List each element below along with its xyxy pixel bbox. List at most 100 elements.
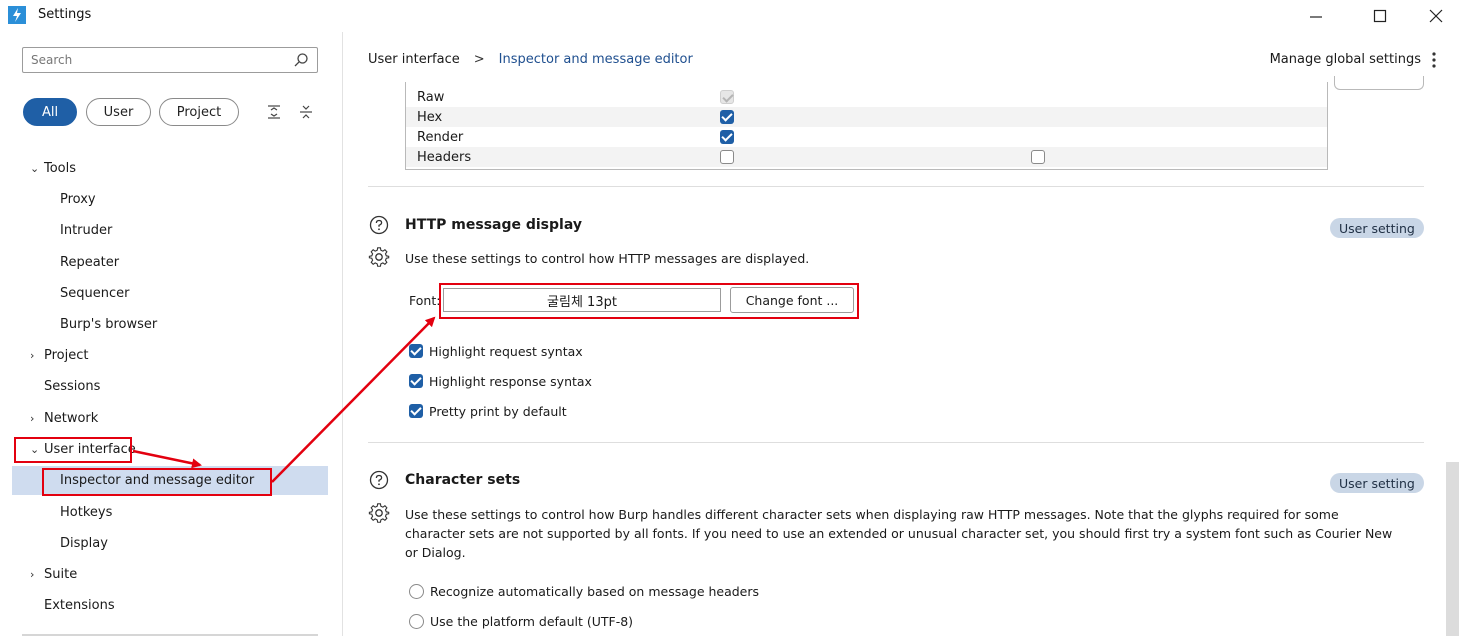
- settings-main-panel: User interface > Inspector and message e…: [344, 32, 1459, 636]
- table-row: Raw: [406, 87, 1327, 107]
- row-label: Render: [417, 129, 464, 145]
- tree-item-label: Network: [44, 411, 99, 426]
- table-row: Hex: [406, 107, 1327, 127]
- tree-item-label: Hotkeys: [60, 505, 113, 520]
- tree-item-extensions[interactable]: Extensions: [44, 591, 115, 620]
- help-icon[interactable]: [369, 470, 389, 490]
- table-side-button[interactable]: [1334, 76, 1424, 90]
- tree-item-label: Burp's browser: [60, 317, 158, 332]
- breadcrumb: User interface > Inspector and message e…: [368, 52, 693, 67]
- section-title-http-message-display: HTTP message display: [405, 217, 582, 233]
- tree-item-label: Suite: [44, 567, 78, 582]
- settings-sidebar: All User Project ⌄ Tools Proxy Intruder R…: [0, 32, 343, 636]
- tree-item-label: Sequencer: [60, 286, 130, 301]
- option-label: Use the platform default (UTF-8): [430, 613, 634, 629]
- pretty-print-option[interactable]: Pretty print by default: [409, 401, 567, 421]
- table-row: Render: [406, 127, 1327, 147]
- highlight-request-syntax-checkbox[interactable]: [409, 344, 423, 358]
- tree-item-sequencer[interactable]: Sequencer: [60, 279, 129, 308]
- title-bar: Settings: [0, 0, 1459, 32]
- tree-item-label: Display: [60, 536, 108, 551]
- filter-all-button[interactable]: All: [23, 98, 77, 126]
- option-label: Recognize automatically based on message…: [430, 583, 760, 599]
- chevron-right-icon: ›: [30, 349, 35, 362]
- tree-item-proxy[interactable]: Proxy: [60, 185, 96, 214]
- tree-item-intruder[interactable]: Intruder: [60, 216, 112, 245]
- annotation-box-user-interface: [14, 437, 132, 463]
- tree-item-label: Project: [44, 348, 89, 363]
- option-label: Highlight response syntax: [429, 373, 592, 389]
- row-label: Headers: [417, 149, 472, 165]
- breadcrumb-parent[interactable]: User interface: [368, 52, 460, 67]
- section-divider: [368, 186, 1424, 187]
- filter-project-button[interactable]: Project: [159, 98, 239, 126]
- manage-global-settings-link[interactable]: Manage global settings: [1270, 52, 1421, 67]
- main-scrollbar[interactable]: [1446, 462, 1459, 636]
- tree-item-label: Sessions: [44, 379, 101, 394]
- charset-platform-default-radio[interactable]: [409, 613, 424, 629]
- breadcrumb-current: Inspector and message editor: [498, 52, 693, 67]
- search-box[interactable]: [22, 47, 318, 73]
- tree-item-project[interactable]: › Project: [30, 341, 88, 370]
- tree-item-label: Proxy: [60, 192, 96, 207]
- tree-item-display[interactable]: Display: [60, 529, 108, 558]
- row-label: Raw: [417, 89, 445, 105]
- section-description-line-1: Use these settings to control how Burp h…: [405, 507, 1339, 522]
- gear-icon[interactable]: [368, 502, 390, 524]
- user-setting-badge: User setting: [1330, 218, 1424, 238]
- window-title: Settings: [38, 7, 92, 22]
- search-input[interactable]: [31, 51, 281, 69]
- user-setting-badge: User setting: [1330, 473, 1424, 493]
- section-divider: [368, 442, 1424, 443]
- collapse-all-icon[interactable]: [298, 104, 314, 120]
- charset-auto-radio[interactable]: [409, 583, 424, 599]
- tree-item-hotkeys[interactable]: Hotkeys: [60, 498, 112, 527]
- maximize-button[interactable]: [1362, 4, 1398, 28]
- highlight-response-syntax-checkbox[interactable]: [409, 374, 423, 388]
- headers-checkbox[interactable]: [720, 150, 734, 164]
- gear-icon[interactable]: [368, 246, 390, 268]
- font-label: Font:: [409, 293, 441, 308]
- search-icon[interactable]: [293, 52, 309, 68]
- option-label: Pretty print by default: [429, 403, 567, 419]
- option-label: Highlight request syntax: [429, 343, 583, 359]
- minimize-button[interactable]: [1298, 4, 1334, 28]
- tree-item-burps-browser[interactable]: Burp's browser: [60, 310, 157, 339]
- expand-all-icon[interactable]: [266, 104, 282, 120]
- minimize-icon: [1310, 16, 1322, 18]
- tree-item-label: Tools: [44, 161, 77, 176]
- highlight-response-syntax-option[interactable]: Highlight response syntax: [409, 371, 592, 391]
- row-label: Hex: [417, 109, 443, 125]
- tree-item-label: Intruder: [60, 223, 113, 238]
- chevron-right-icon: ›: [30, 412, 35, 425]
- hex-checkbox[interactable]: [720, 110, 734, 124]
- charset-auto-option[interactable]: Recognize automatically based on message…: [409, 581, 759, 601]
- headers-checkbox-secondary[interactable]: [1031, 150, 1045, 164]
- more-options-icon[interactable]: [1429, 50, 1439, 70]
- render-checkbox[interactable]: [720, 130, 734, 144]
- table-row: Headers: [406, 147, 1327, 167]
- tree-item-tools[interactable]: ⌄ Tools: [30, 154, 76, 183]
- tree-item-network[interactable]: › Network: [30, 404, 98, 433]
- chevron-right-icon: ›: [30, 568, 35, 581]
- highlight-request-syntax-option[interactable]: Highlight request syntax: [409, 341, 583, 361]
- tree-item-label: Extensions: [44, 598, 115, 613]
- tree-item-sessions[interactable]: Sessions: [44, 372, 100, 401]
- pretty-print-checkbox[interactable]: [409, 404, 423, 418]
- annotation-box-font: [439, 283, 859, 319]
- filter-user-button[interactable]: User: [86, 98, 151, 126]
- breadcrumb-separator: >: [473, 52, 485, 67]
- close-icon: [1429, 9, 1443, 23]
- section-description-line-2: character sets are not supported by all …: [405, 526, 1393, 541]
- section-title-character-sets: Character sets: [405, 472, 521, 488]
- tree-item-suite[interactable]: › Suite: [30, 560, 77, 589]
- close-button[interactable]: [1418, 4, 1454, 28]
- tree-item-repeater[interactable]: Repeater: [60, 248, 119, 277]
- tree-item-label: Repeater: [60, 255, 120, 270]
- message-view-table: Raw Hex Render Headers: [405, 82, 1328, 170]
- chevron-down-icon: ⌄: [30, 162, 40, 175]
- charset-platform-default-option[interactable]: Use the platform default (UTF-8): [409, 611, 633, 631]
- burp-logo-icon: [8, 6, 26, 24]
- help-icon[interactable]: [369, 215, 389, 235]
- annotation-box-inspector: [42, 468, 272, 496]
